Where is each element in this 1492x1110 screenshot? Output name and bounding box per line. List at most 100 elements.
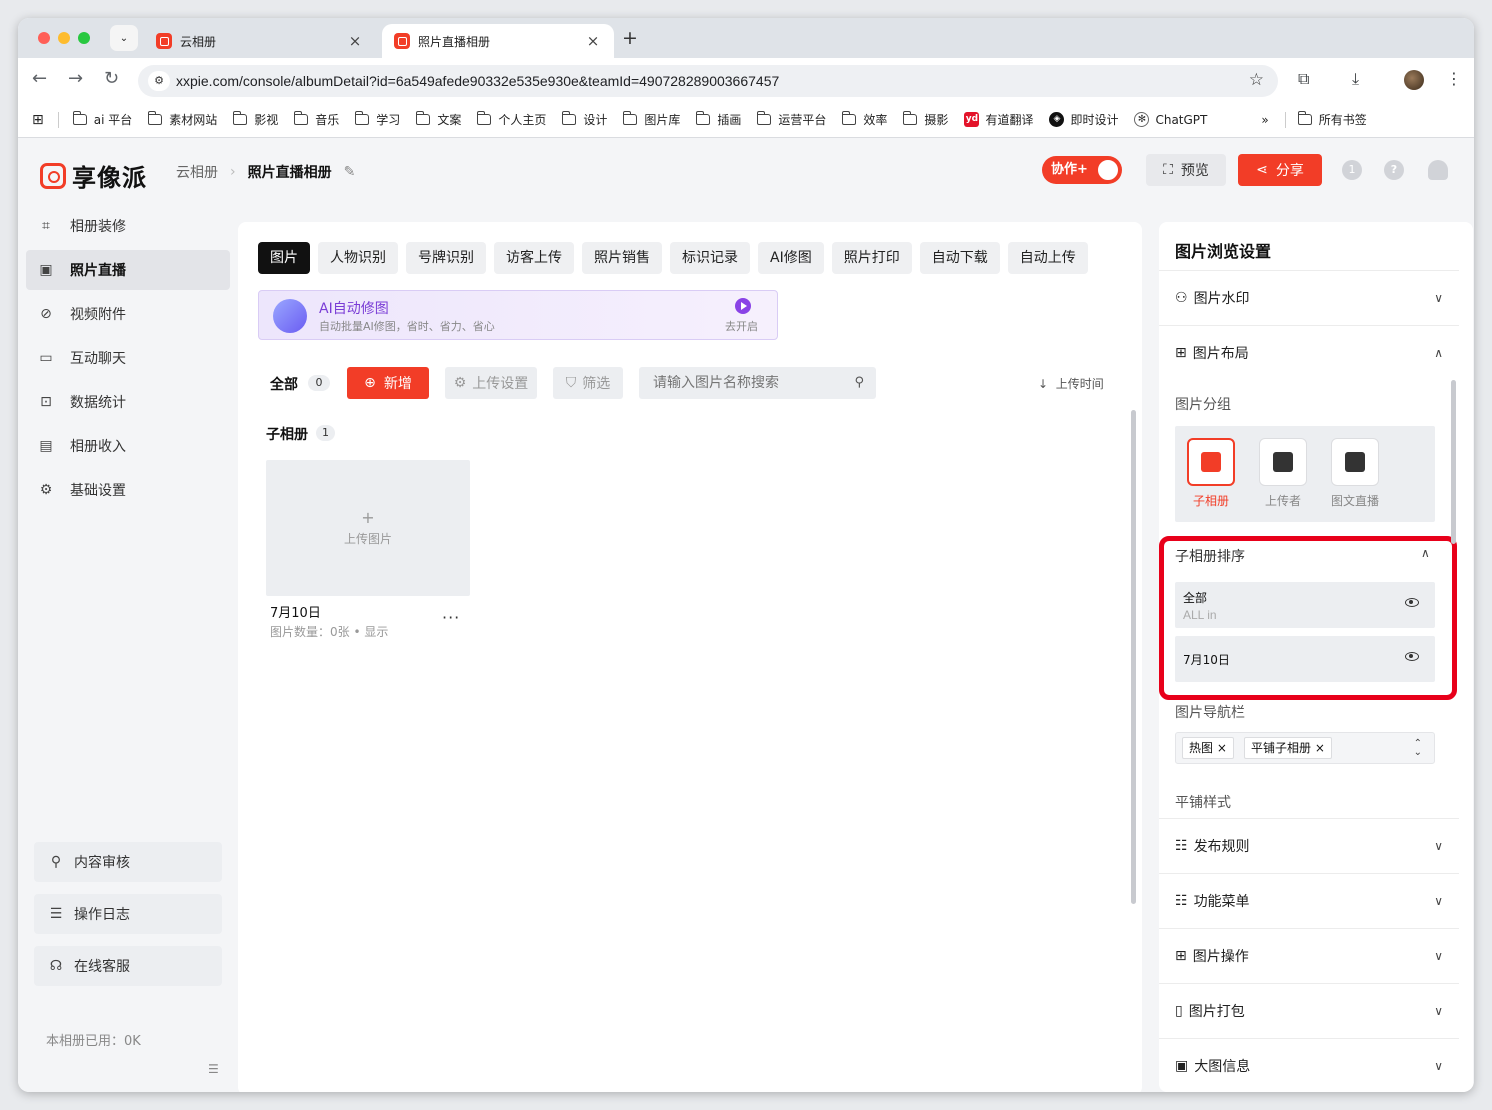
bookmark-folder[interactable]: 设计 — [562, 111, 607, 128]
tab-tag-records[interactable]: 标识记录 — [670, 242, 750, 274]
sub-album-title[interactable]: 7月10日 — [270, 602, 321, 621]
section-function-menu[interactable]: ☷ 功能菜单 ∨ — [1159, 873, 1459, 928]
main-scrollbar[interactable] — [1131, 410, 1136, 904]
bookmark-folder[interactable]: 个人主页 — [477, 111, 546, 128]
sidebar-item-decoration[interactable]: ⌗ 相册装修 — [26, 206, 230, 246]
close-window-button[interactable] — [38, 32, 50, 44]
tab-auto-download[interactable]: 自动下载 — [919, 242, 1000, 274]
sort-by-upload-time[interactable]: ↓ 上传时间 — [1038, 375, 1104, 392]
bookmark-jishi[interactable]: ◈ 即时设计 — [1049, 111, 1118, 128]
collapse-sidebar-icon[interactable]: ☰ — [208, 1062, 219, 1076]
search-input[interactable] — [639, 375, 839, 391]
add-button[interactable]: ⊕ 新增 — [347, 367, 429, 399]
close-icon[interactable]: × — [1315, 741, 1325, 755]
close-tab-icon[interactable]: × — [584, 32, 602, 50]
tab-visitor-upload[interactable]: 访客上传 — [494, 242, 574, 274]
search-icon[interactable]: ⚲ — [854, 375, 864, 390]
bookmark-folder[interactable]: 效率 — [842, 111, 887, 128]
bookmark-youdao[interactable]: yd 有道翻译 — [964, 111, 1033, 128]
xxpie-logo[interactable]: 享像派 — [40, 158, 147, 193]
section-large-image-info[interactable]: ▣ 大图信息 ∨ — [1159, 1038, 1459, 1092]
section-watermark[interactable]: ⚇ 图片水印 ∨ — [1159, 270, 1459, 325]
ai-retouch-banner[interactable]: AI自动修图 自动批量AI修图，省时、省力、省心 去开启 — [258, 290, 778, 340]
tab-bib-recognition[interactable]: 号牌识别 — [406, 242, 486, 274]
share-button[interactable]: ⋖ 分享 — [1238, 154, 1322, 186]
browser-tab-active[interactable]: 照片直播相册 × — [382, 24, 614, 58]
upload-settings-button[interactable]: ⚙ 上传设置 — [445, 367, 537, 399]
bookmark-folder[interactable]: 音乐 — [294, 111, 339, 128]
extensions-icon[interactable]: ⧉ — [1298, 69, 1309, 89]
section-photo-actions[interactable]: ⊞ 图片操作 ∨ — [1159, 928, 1459, 983]
tab-ai-retouch[interactable]: AI修图 — [758, 242, 824, 274]
bookmark-folder[interactable]: 影视 — [233, 111, 278, 128]
nav-bar-select[interactable]: 热图 × 平铺子相册 × ⌃ ⌄ — [1175, 732, 1435, 764]
sort-item-all[interactable]: 全部 ALL in — [1175, 582, 1435, 628]
search-box[interactable]: ⚲ — [639, 367, 876, 399]
sidebar-item-video[interactable]: ⊘ 视频附件 — [26, 294, 230, 334]
bookmark-folder[interactable]: ai 平台 — [72, 111, 132, 128]
group-option-sub-album[interactable]: 子相册 — [1187, 438, 1235, 509]
filter-button[interactable]: ⛉ 筛选 — [553, 367, 623, 399]
all-photos-label[interactable]: 全部 — [270, 374, 298, 394]
edit-icon[interactable]: ✎ — [344, 164, 356, 180]
browser-tab[interactable]: 云相册 × — [144, 24, 376, 58]
sort-item-july10[interactable]: 7月10日 — [1175, 636, 1435, 682]
preview-button[interactable]: ⛶ 预览 — [1146, 154, 1226, 186]
more-bookmarks-button[interactable]: » — [1261, 113, 1268, 127]
eye-icon[interactable] — [1405, 598, 1419, 607]
more-options-icon[interactable]: ··· — [442, 608, 460, 627]
help-icon[interactable]: ? — [1384, 160, 1404, 180]
ai-enable-link[interactable]: 去开启 — [725, 318, 758, 334]
section-layout[interactable]: ⊞ 图片布局 ∧ — [1159, 325, 1459, 380]
tab-photo-sales[interactable]: 照片销售 — [582, 242, 662, 274]
nav-chip[interactable]: 平铺子相册 × — [1244, 737, 1332, 759]
tab-photo-print[interactable]: 照片打印 — [831, 242, 912, 274]
close-icon[interactable]: × — [1217, 741, 1227, 755]
content-review-button[interactable]: ⚲ 内容审核 — [34, 842, 222, 882]
new-tab-icon[interactable]: + — [622, 27, 638, 49]
section-publish-rules[interactable]: ☷ 发布规则 ∨ — [1159, 818, 1459, 873]
tab-search-button[interactable]: ⌄ — [110, 25, 138, 51]
reload-icon[interactable]: ↻ — [104, 68, 119, 89]
browser-menu-icon[interactable]: ⋮ — [1446, 69, 1462, 88]
chevron-up-icon[interactable]: ∧ — [1421, 546, 1430, 560]
all-bookmarks[interactable]: 所有书签 — [1297, 111, 1367, 128]
tab-photos[interactable]: 图片 — [258, 242, 310, 274]
sidebar-item-settings[interactable]: ⚙ 基础设置 — [26, 470, 230, 510]
bookmark-star-icon[interactable]: ☆ — [1249, 70, 1264, 90]
sidebar-item-live-photos[interactable]: ▣ 照片直播 — [26, 250, 230, 290]
customer-service-button[interactable]: ☊ 在线客服 — [34, 946, 222, 986]
profile-avatar[interactable] — [1404, 70, 1424, 90]
back-icon[interactable]: ← — [32, 68, 47, 89]
eye-icon[interactable] — [1405, 652, 1419, 661]
sub-album-card[interactable]: + 上传图片 — [266, 460, 470, 596]
close-tab-icon[interactable]: × — [346, 32, 364, 50]
bookmark-folder[interactable]: 图片库 — [623, 111, 680, 128]
minimize-window-button[interactable] — [58, 32, 70, 44]
forward-icon[interactable]: → — [68, 68, 83, 89]
play-icon[interactable] — [735, 298, 751, 314]
bookmark-folder[interactable]: 插画 — [696, 111, 741, 128]
download-icon[interactable]: ⤓ — [1352, 69, 1359, 89]
breadcrumb-parent[interactable]: 云相册 — [176, 162, 218, 182]
sidebar-item-stats[interactable]: ⊡ 数据统计 — [26, 382, 230, 422]
nav-chip[interactable]: 热图 × — [1182, 737, 1234, 759]
group-option-uploader[interactable]: 上传者 — [1259, 438, 1307, 509]
url-text[interactable]: xxpie.com/console/albumDetail?id=6a549af… — [176, 73, 779, 89]
panel-scrollbar[interactable] — [1451, 380, 1456, 544]
group-option-live-text[interactable]: 图文直播 — [1331, 438, 1379, 509]
level-badge-icon[interactable]: 1 — [1342, 160, 1362, 180]
collab-button[interactable]: 协作+ — [1042, 156, 1122, 184]
address-bar[interactable]: ⚙ xxpie.com/console/albumDetail?id=6a549… — [138, 65, 1278, 97]
bookmark-folder[interactable]: 文案 — [416, 111, 461, 128]
apps-grid-icon[interactable]: ⊞ — [32, 112, 44, 128]
bookmark-folder[interactable]: 运营平台 — [757, 111, 826, 128]
bell-icon[interactable] — [1428, 160, 1448, 180]
sidebar-item-chat[interactable]: ▭ 互动聊天 — [26, 338, 230, 378]
operation-log-button[interactable]: ☰ 操作日志 — [34, 894, 222, 934]
sidebar-item-income[interactable]: ▤ 相册收入 — [26, 426, 230, 466]
bookmark-chatgpt[interactable]: ✻ ChatGPT — [1134, 112, 1207, 127]
tab-face-recognition[interactable]: 人物识别 — [318, 242, 398, 274]
tab-auto-upload[interactable]: 自动上传 — [1007, 242, 1088, 274]
bookmark-folder[interactable]: 素材网站 — [148, 111, 217, 128]
